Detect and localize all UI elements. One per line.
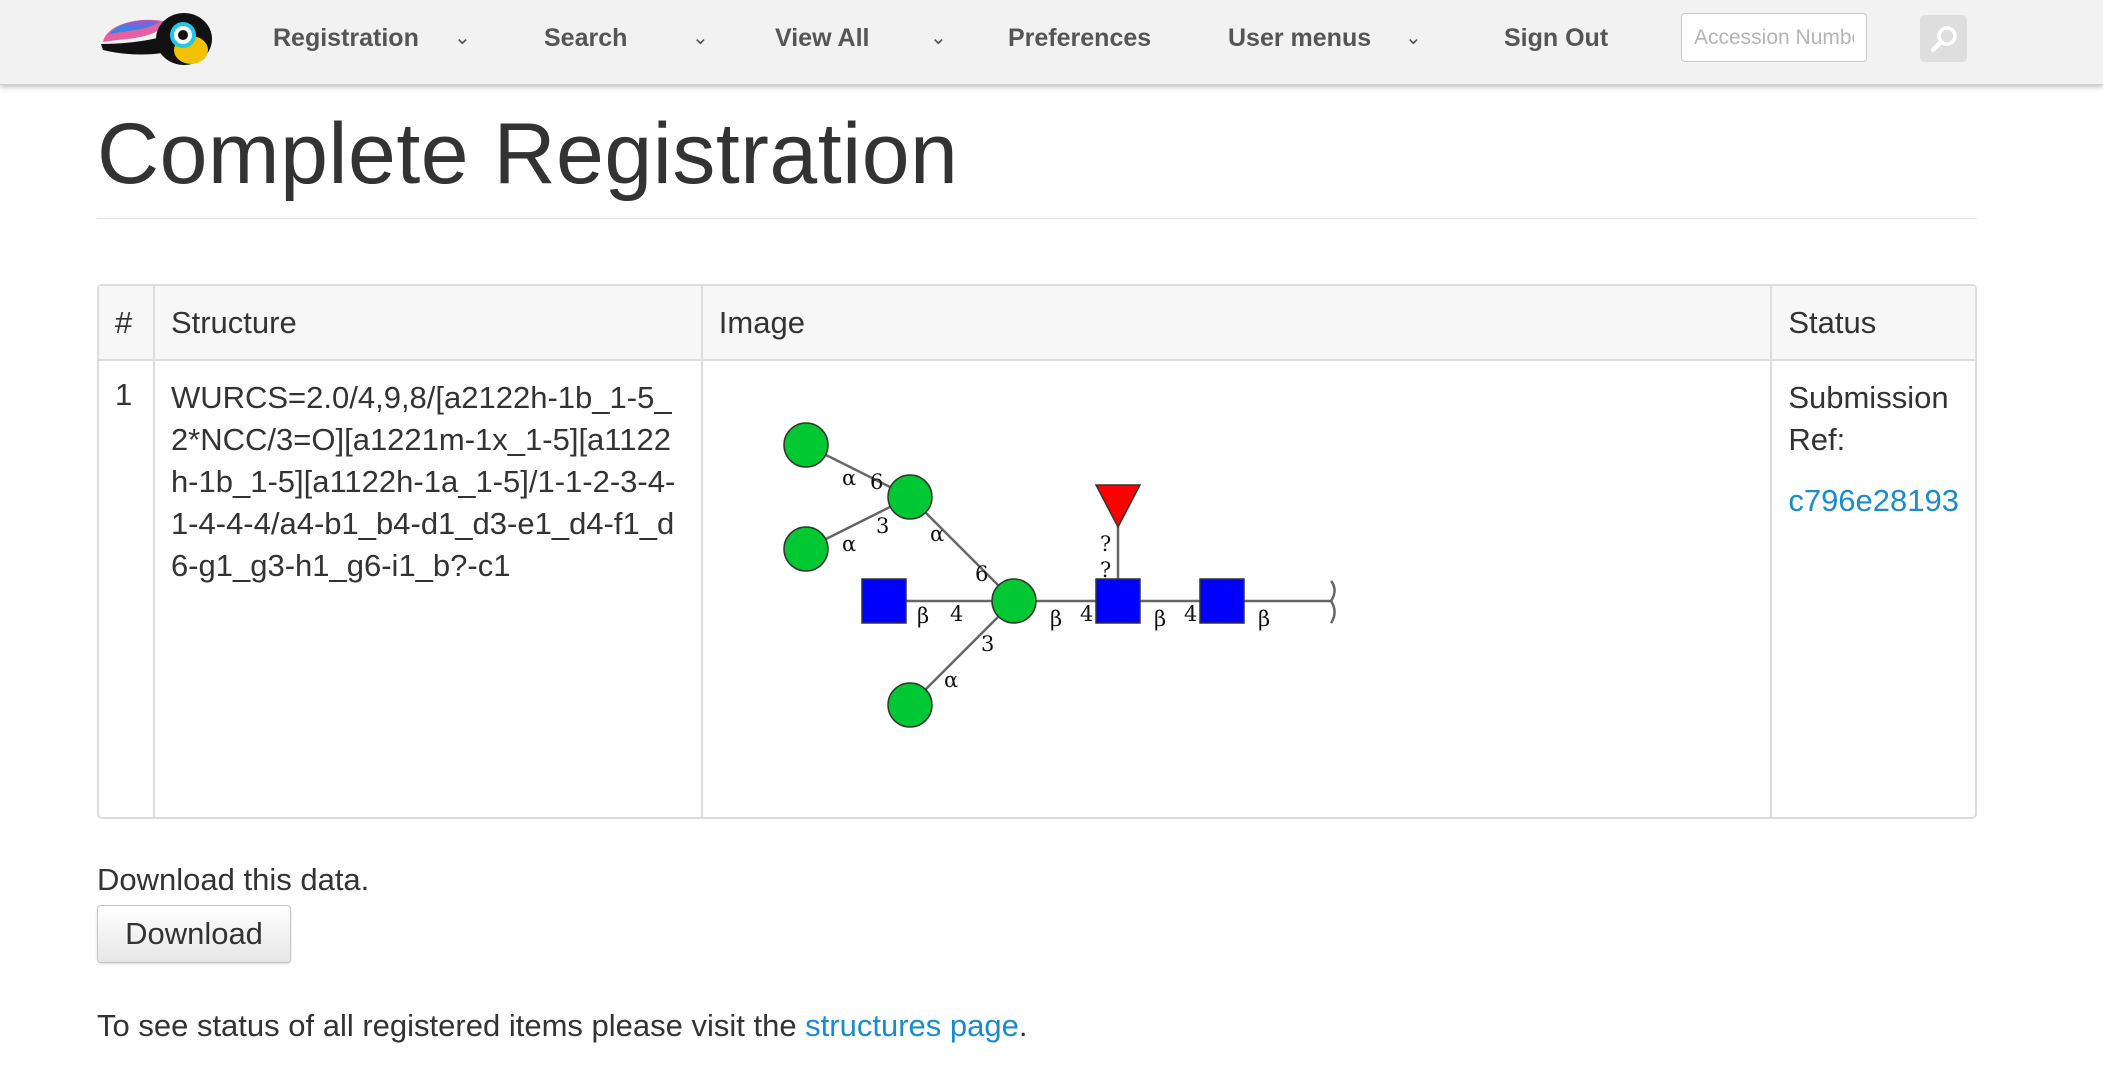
linkage-label-alpha: α bbox=[842, 532, 856, 556]
linkage-label-alpha: α bbox=[944, 668, 958, 692]
linkage-label-position: 4 bbox=[950, 602, 963, 626]
nav-search[interactable]: Search bbox=[544, 0, 627, 76]
column-header-status: Status bbox=[1770, 286, 1975, 361]
search-button[interactable] bbox=[1920, 15, 1967, 62]
linkage-label-position: 4 bbox=[1184, 602, 1197, 626]
linkage-label-position: 3 bbox=[981, 632, 994, 656]
linkage-label-beta: β bbox=[1154, 607, 1166, 631]
linkage-label-beta: β bbox=[1050, 607, 1062, 631]
page-title: Complete Registration bbox=[97, 106, 959, 202]
linkage-label-position: 4 bbox=[1080, 602, 1093, 626]
glcnac-node bbox=[1095, 578, 1141, 624]
status-cell: Submission Ref: c796e28193 bbox=[1770, 361, 1975, 817]
glycan-image-cell: α 6 α 3 α 6 β 4 3 α β 4 ? ? β 4 β bbox=[700, 361, 1771, 817]
accession-number-input[interactable] bbox=[1681, 13, 1867, 62]
mannose-node bbox=[991, 578, 1037, 624]
mannose-node bbox=[887, 474, 933, 520]
top-navbar: Registration ⌄ Search ⌄ View All ⌄ Prefe… bbox=[0, 0, 2103, 85]
column-header-image: Image bbox=[700, 286, 1771, 361]
mannose-node bbox=[783, 422, 829, 468]
nav-registration[interactable]: Registration bbox=[273, 0, 419, 76]
nav-sign-out[interactable]: Sign Out bbox=[1504, 0, 1608, 76]
mannose-node bbox=[887, 682, 933, 728]
toucan-logo-icon[interactable] bbox=[97, 10, 215, 68]
nav-view-all[interactable]: View All bbox=[775, 0, 869, 76]
fucose-node bbox=[1094, 484, 1142, 529]
submission-ref-link[interactable]: c796e28193 bbox=[1788, 483, 1959, 519]
download-button[interactable]: Download bbox=[97, 905, 291, 963]
user-menus-chevron-down-icon[interactable]: ⌄ bbox=[1405, 0, 1422, 76]
footer-text-after: . bbox=[1018, 1008, 1028, 1043]
mannose-node bbox=[783, 526, 829, 572]
view-all-chevron-down-icon[interactable]: ⌄ bbox=[930, 0, 947, 76]
linkage-label-beta: β bbox=[1258, 607, 1270, 631]
column-header-structure: Structure bbox=[152, 286, 701, 361]
linkage-label-position: 6 bbox=[870, 470, 883, 494]
footer-text-before: To see status of all registered items pl… bbox=[97, 1008, 806, 1043]
footer-message: To see status of all registered items pl… bbox=[97, 1008, 1027, 1044]
glcnac-node bbox=[861, 578, 907, 624]
linkage-label-beta: β bbox=[917, 604, 929, 628]
linkage-label-unknown: ? bbox=[1100, 532, 1111, 556]
search-icon bbox=[1930, 25, 1957, 52]
submission-ref-label: Submission Ref: bbox=[1788, 380, 1949, 457]
table-header-row: # Structure Image Status bbox=[99, 286, 1975, 361]
nav-preferences[interactable]: Preferences bbox=[1008, 0, 1151, 76]
linkage-label-alpha: α bbox=[842, 466, 856, 490]
glcnac-node bbox=[1199, 578, 1245, 624]
column-header-number: # bbox=[99, 286, 153, 361]
row-number: 1 bbox=[115, 377, 133, 412]
wurcs-structure-text: WURCS=2.0/4,9,8/[a2122h-1b_1-5_2*NCC/3=O… bbox=[152, 361, 701, 817]
linkage-label-position: 6 bbox=[975, 562, 988, 586]
linkage-label-alpha: α bbox=[930, 522, 944, 546]
search-chevron-down-icon[interactable]: ⌄ bbox=[692, 0, 709, 76]
registration-table: # Structure Image Status 1 WURCS=2.0/4,9… bbox=[97, 284, 1977, 819]
table-row: 1 WURCS=2.0/4,9,8/[a2122h-1b_1-5_2*NCC/3… bbox=[99, 361, 1975, 817]
registration-chevron-down-icon[interactable]: ⌄ bbox=[454, 0, 471, 76]
linkage-label-position: 3 bbox=[876, 514, 889, 538]
glycan-structure-image: α 6 α 3 α 6 β 4 3 α β 4 ? ? β 4 β bbox=[783, 422, 1336, 728]
structures-page-link[interactable]: structures page bbox=[805, 1008, 1019, 1043]
nav-user-menus[interactable]: User menus bbox=[1228, 0, 1371, 76]
download-description: Download this data. bbox=[97, 862, 370, 897]
linkage-label-unknown: ? bbox=[1100, 558, 1111, 582]
title-divider bbox=[97, 218, 1977, 219]
